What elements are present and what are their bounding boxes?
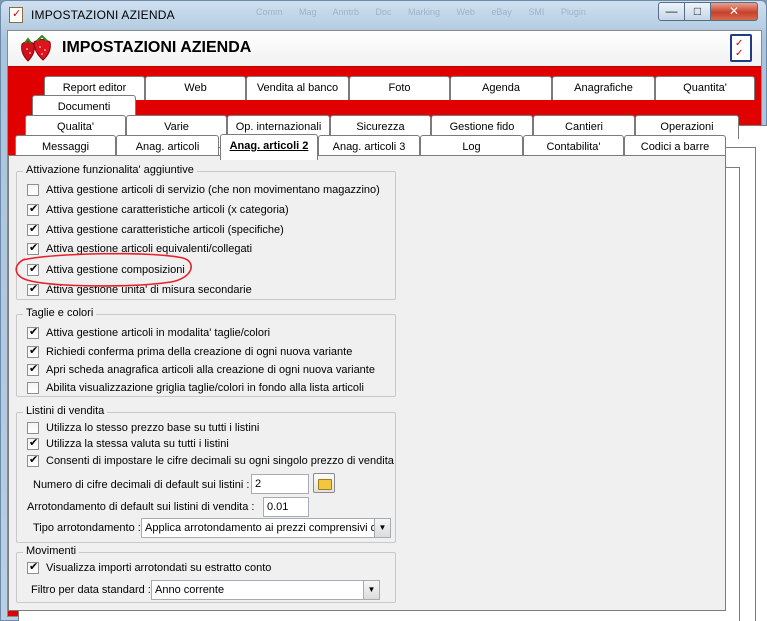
checkbox-apri-scheda[interactable]: Apri scheda anagrafica articoli alla cre… [27, 362, 375, 376]
title-bar: IMPOSTAZIONI AZIENDA Comm Mag Anntrb Doc… [1, 1, 766, 29]
checkbox-caratteristiche-specifiche[interactable]: Attiva gestione caratteristiche articoli… [27, 222, 284, 236]
window: IMPOSTAZIONI AZIENDA Comm Mag Anntrb Doc… [0, 0, 767, 621]
checkbox-conferma-variante[interactable]: Richiedi conferma prima della creazione … [27, 344, 352, 358]
folder-icon[interactable] [313, 473, 335, 493]
checkbox-box[interactable] [27, 202, 39, 216]
tab-foto[interactable]: Foto [349, 76, 450, 100]
close-button[interactable]: ✕ [710, 2, 758, 21]
group-movimenti: Movimenti Visualizza importi arrotondati… [16, 545, 396, 603]
tab-anag-articoli-2[interactable]: Anag. articoli 2 [220, 134, 318, 160]
group-label: Taglie e colori [23, 307, 97, 319]
checkbox-cifre-decimali[interactable]: Consenti di impostare le cifre decimali … [27, 453, 394, 467]
arrotondamento-label: Arrotondamento di default sui listini di… [27, 501, 255, 513]
checkbox-box[interactable] [27, 436, 39, 450]
checkbox-box[interactable] [27, 184, 39, 196]
checkbox-articoli-servizio[interactable]: Attiva gestione articoli di servizio (ch… [27, 184, 380, 196]
highlight-circle-annotation [15, 252, 192, 287]
app-icon [9, 7, 23, 23]
group-label: Attivazione funzionalita' aggiuntive [23, 164, 197, 176]
checkbox-box[interactable] [27, 453, 39, 467]
group-listini-vendita: Listini di vendita Utilizza lo stesso pr… [16, 405, 396, 543]
checklist-icon: ✓ ✓ [730, 34, 752, 62]
background-ghost-text: Comm Mag Anntrb Doc Marking Web eBay SMI… [256, 7, 586, 17]
maximize-button[interactable]: □ [684, 2, 711, 21]
tab-vendita-al-banco[interactable]: Vendita al banco [246, 76, 349, 100]
cifre-decimali-input[interactable]: 2 [251, 474, 309, 494]
checkbox-caratteristiche-categoria[interactable]: Attiva gestione caratteristiche articoli… [27, 202, 289, 216]
chevron-down-icon[interactable]: ▼ [363, 581, 379, 599]
cifre-decimali-label: Numero di cifre decimali di default sui … [33, 479, 250, 491]
checkbox-box[interactable] [27, 382, 39, 394]
minimize-button[interactable]: — [658, 2, 685, 21]
tab-web[interactable]: Web [145, 76, 246, 100]
checkbox-importi-arrotondati[interactable]: Visualizza importi arrotondati su estrat… [27, 560, 271, 574]
tipo-arrotondamento-select[interactable]: Applica arrotondamento ai prezzi compren… [141, 518, 391, 538]
tab-page-anag-articoli-2: Attivazione funzionalita' aggiuntive Att… [8, 155, 726, 611]
checkbox-stessa-valuta[interactable]: Utilizza la stessa valuta su tutti i lis… [27, 436, 229, 450]
tab-agenda[interactable]: Agenda [450, 76, 552, 100]
group-label: Movimenti [23, 545, 80, 557]
checkbox-box[interactable] [27, 422, 39, 434]
tipo-arrotondamento-label: Tipo arrotondamento : [33, 522, 141, 534]
checkbox-taglie-colori[interactable]: Attiva gestione articoli in modalita' ta… [27, 325, 270, 339]
filtro-data-select[interactable]: Anno corrente ▼ [151, 580, 380, 600]
checkbox-box[interactable] [27, 222, 39, 236]
checkbox-box[interactable] [27, 325, 39, 339]
group-taglie-colori: Taglie e colori Attiva gestione articoli… [16, 307, 396, 397]
arrotondamento-input[interactable]: 0.01 [263, 497, 309, 517]
header-bar: IMPOSTAZIONI AZIENDA ✓ ✓ [8, 31, 761, 67]
window-title: IMPOSTAZIONI AZIENDA [31, 8, 175, 22]
header-title: IMPOSTAZIONI AZIENDA [62, 39, 252, 56]
checkbox-box[interactable] [27, 344, 39, 358]
checkbox-griglia-taglie[interactable]: Abilita visualizzazione griglia taglie/c… [27, 382, 364, 394]
chevron-down-icon[interactable]: ▼ [374, 519, 390, 537]
checkbox-box[interactable] [27, 560, 39, 574]
filtro-data-label: Filtro per data standard : [31, 584, 151, 596]
tab-quantita[interactable]: Quantita' [655, 76, 755, 100]
tab-anagrafiche[interactable]: Anagrafiche [552, 76, 655, 100]
checkbox-box[interactable] [27, 362, 39, 376]
group-label: Listini di vendita [23, 405, 108, 417]
checkbox-stesso-prezzo[interactable]: Utilizza lo stesso prezzo base su tutti … [27, 422, 259, 434]
strawberry-logo-icon [21, 35, 51, 62]
